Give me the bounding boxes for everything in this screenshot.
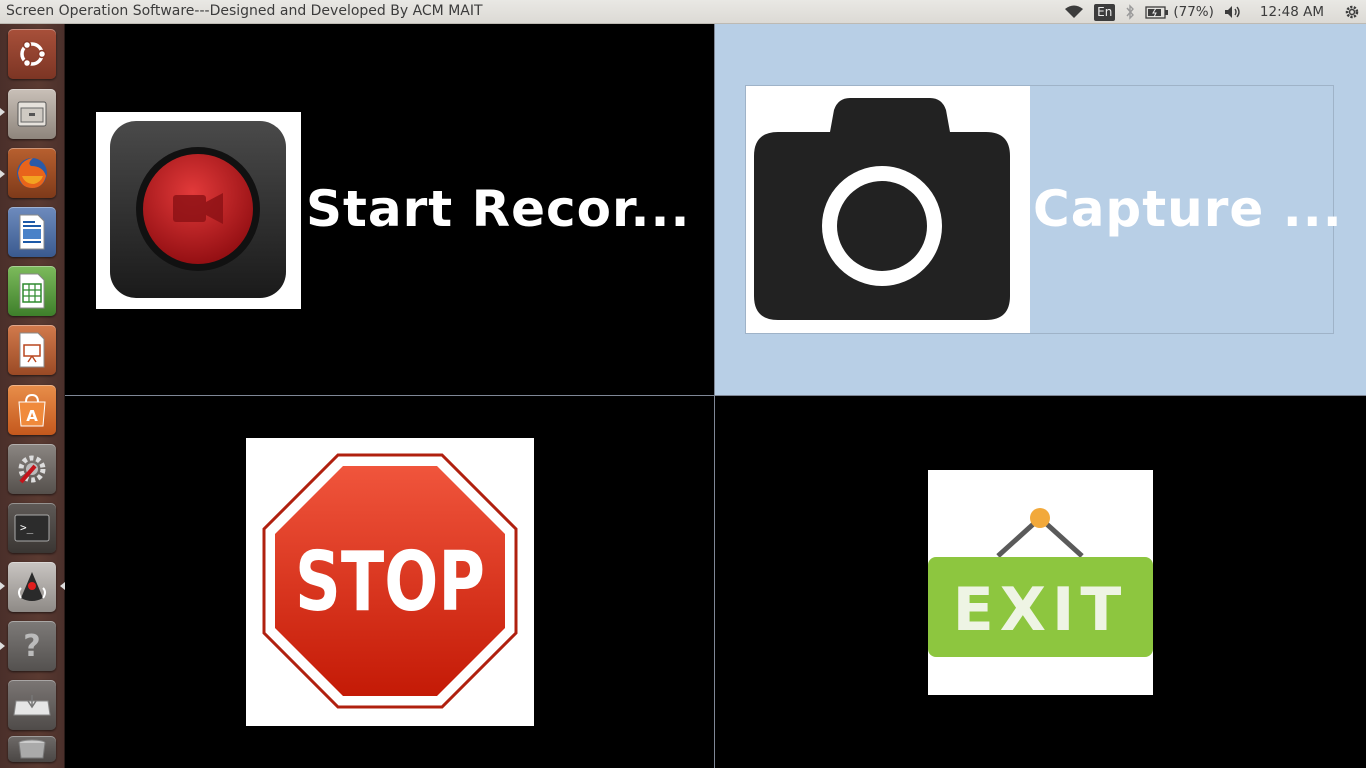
battery-icon	[1145, 5, 1169, 19]
settings-gear-wrench-icon	[18, 455, 46, 484]
launcher: A >_ ?	[0, 24, 65, 768]
launcher-terminal[interactable]: >_	[8, 503, 56, 553]
volume-icon[interactable]	[1224, 5, 1244, 19]
indicator-area: En (77%) 12:48 AM	[1064, 0, 1360, 24]
svg-text:>_: >_	[20, 521, 34, 534]
wifi-icon[interactable]	[1064, 5, 1084, 19]
exit-sign-icon: EXIT	[928, 470, 1153, 695]
battery-indicator[interactable]: (77%)	[1145, 4, 1214, 20]
launcher-help[interactable]: ?	[8, 621, 56, 671]
launcher-java-app[interactable]	[8, 562, 56, 612]
usb-drive-icon	[13, 695, 51, 716]
launcher-software-center[interactable]: A	[8, 385, 56, 435]
button-grid: Start Recor... Capture ... STOP EXIT	[65, 24, 1366, 768]
session-gear-icon[interactable]	[1344, 4, 1360, 20]
help-question-icon: ?	[23, 628, 41, 664]
ubuntu-logo-icon	[20, 40, 47, 68]
capture-button[interactable]: Capture ...	[715, 24, 1366, 396]
launcher-calc[interactable]	[8, 266, 56, 316]
bluetooth-icon[interactable]	[1125, 4, 1135, 20]
capture-label: Capture ...	[1033, 180, 1343, 238]
terminal-icon: >_	[14, 514, 50, 542]
camera-icon	[746, 86, 1030, 333]
exit-button[interactable]: EXIT	[715, 396, 1366, 768]
trash-icon	[18, 739, 46, 759]
java-duke-icon	[18, 572, 46, 601]
shopping-bag-icon: A	[18, 393, 46, 427]
start-recording-button[interactable]: Start Recor...	[65, 24, 715, 396]
top-panel: Screen Operation Software---Designed and…	[0, 0, 1366, 24]
launcher-files[interactable]	[8, 89, 56, 139]
stop-sign-text: STOP	[295, 535, 485, 630]
stop-button[interactable]: STOP	[65, 396, 715, 768]
presentation-icon	[19, 332, 45, 368]
spreadsheet-icon	[19, 273, 45, 309]
stop-sign-icon: STOP	[246, 438, 534, 726]
battery-percentage: (77%)	[1173, 4, 1214, 20]
launcher-impress[interactable]	[8, 325, 56, 375]
document-writer-icon	[19, 214, 45, 250]
launcher-dash-button[interactable]	[8, 29, 56, 79]
launcher-system-settings[interactable]	[8, 444, 56, 494]
file-cabinet-icon	[17, 101, 47, 127]
clock[interactable]: 12:48 AM	[1260, 4, 1324, 20]
window-title: Screen Operation Software---Designed and…	[6, 3, 483, 19]
record-icon	[96, 112, 301, 309]
launcher-usb-drive[interactable]	[8, 680, 56, 730]
launcher-writer[interactable]	[8, 207, 56, 257]
firefox-icon	[17, 158, 47, 188]
exit-sign-text: EXIT	[953, 575, 1128, 645]
launcher-firefox[interactable]	[8, 148, 56, 198]
start-recording-label: Start Recor...	[306, 180, 691, 238]
keyboard-layout-indicator[interactable]: En	[1094, 3, 1116, 21]
launcher-trash[interactable]	[8, 736, 56, 762]
svg-text:A: A	[26, 407, 38, 425]
